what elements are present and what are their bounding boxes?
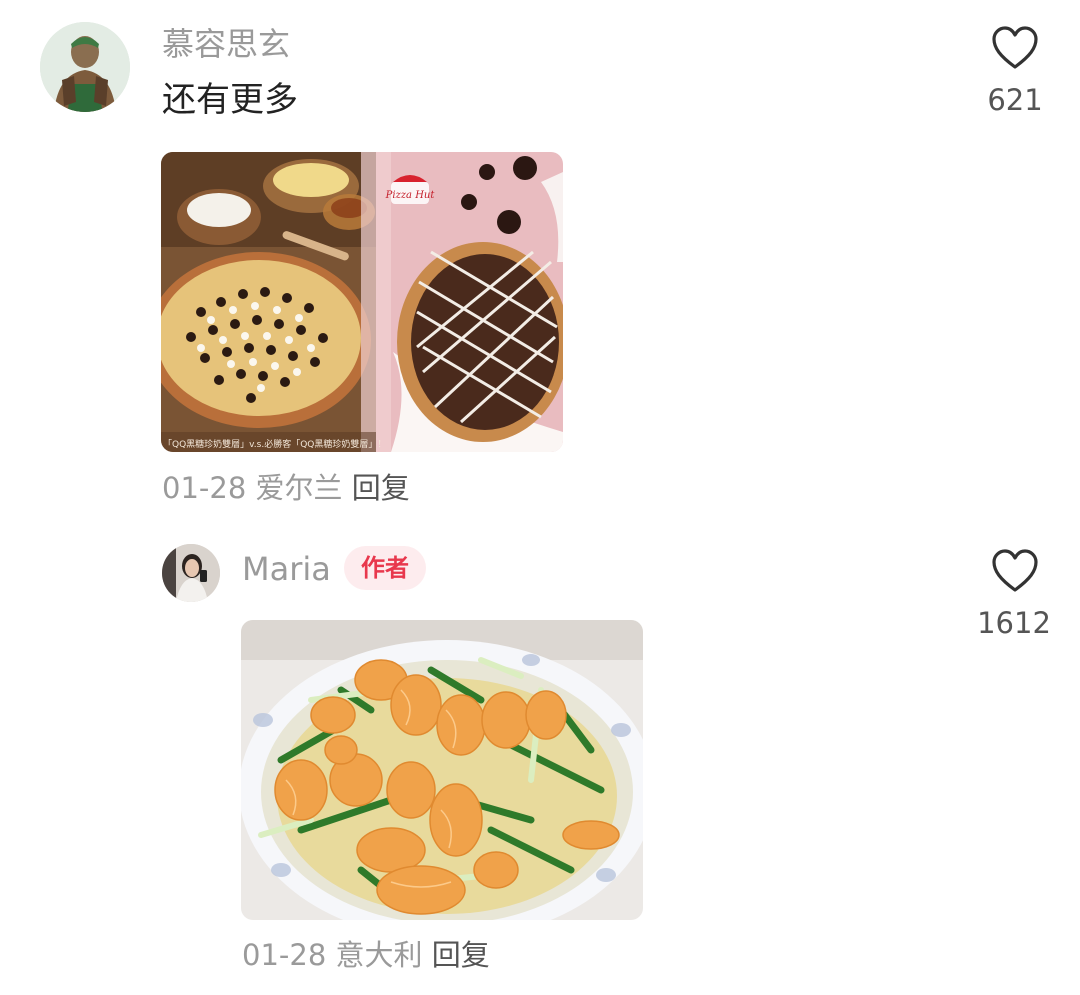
comment-date: 01-28	[162, 471, 247, 505]
author-avatar[interactable]	[162, 544, 220, 602]
commenter-avatar[interactable]	[40, 22, 130, 112]
comment-image[interactable]	[241, 620, 643, 920]
heart-outline-icon[interactable]	[990, 548, 1040, 594]
comment-meta: 01-28 爱尔兰 回复	[162, 466, 410, 510]
like-count: 1612	[977, 606, 1051, 640]
reply-button[interactable]: 回复	[352, 471, 410, 505]
image-caption: 「QQ黑糖珍奶雙層」v.s.必勝客「QQ黑糖珍奶雙層」！	[163, 438, 386, 450]
comment-text: 还有更多	[162, 80, 298, 120]
author-badge: 作者	[344, 546, 426, 590]
author-username[interactable]: Maria	[242, 545, 331, 593]
comment-date: 01-28	[242, 938, 327, 972]
heart-outline-icon[interactable]	[990, 25, 1040, 71]
comment-location: 爱尔兰	[255, 471, 343, 505]
comment-location: 意大利	[335, 938, 423, 972]
commenter-username[interactable]: 慕容思玄	[162, 20, 290, 68]
like-count: 621	[987, 83, 1043, 117]
comment-meta: 01-28 意大利 回复	[242, 933, 490, 977]
comment-image[interactable]: Pizza Hut 「QQ黑糖珍奶雙層」v.s.必勝客「QQ黑糖珍奶雙層」！	[161, 152, 563, 452]
brand-logo-text: Pizza Hut	[385, 190, 436, 201]
reply-button[interactable]: 回复	[432, 938, 490, 972]
